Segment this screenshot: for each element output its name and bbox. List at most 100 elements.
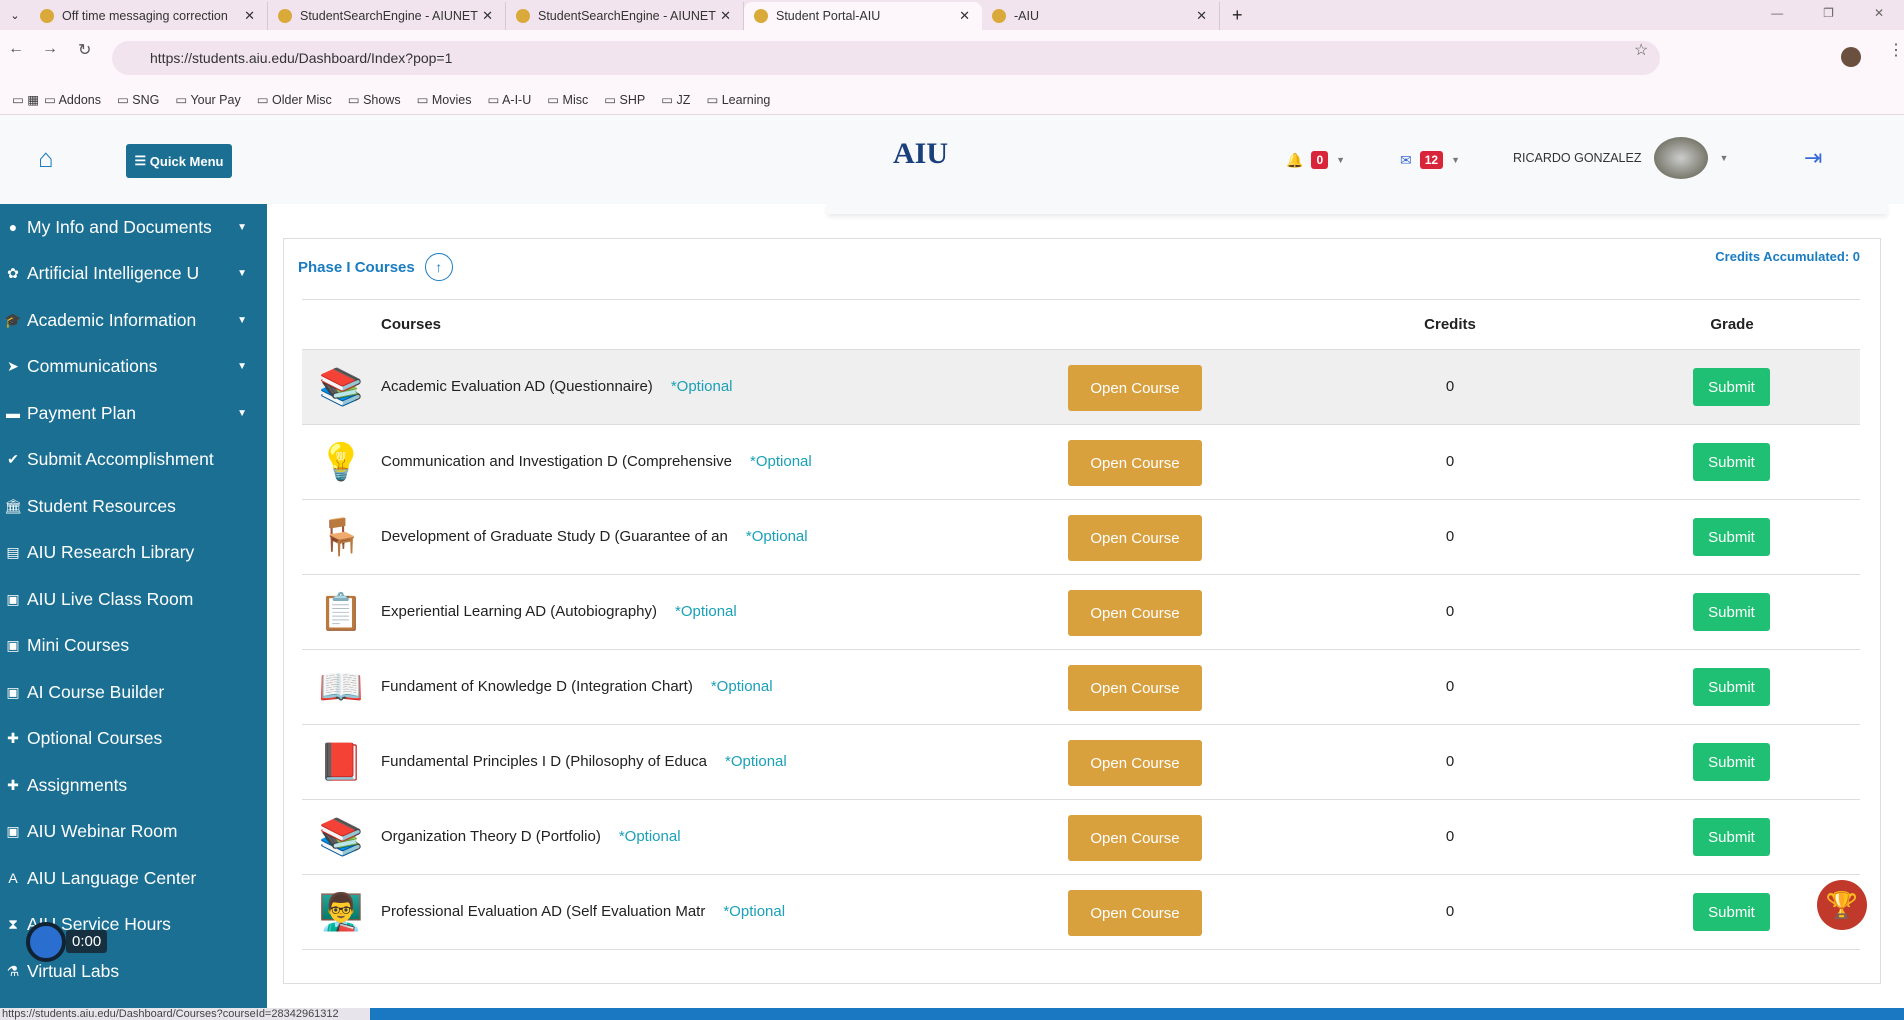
open-course-button[interactable]: Open Course — [1068, 440, 1202, 486]
bookmark-item[interactable]: SHP — [604, 92, 646, 107]
sidebar-item[interactable]: ✔ Submit Accomplishment — [0, 437, 267, 484]
open-course-button[interactable]: Open Course — [1068, 365, 1202, 411]
courses-table: Courses Credits Grade 📚 Academic Evaluat… — [302, 299, 1860, 950]
browser-tab[interactable]: Student Portal-AIU ✕ — [744, 2, 982, 30]
paper-plane-icon: ➤ — [7, 358, 19, 375]
sidebar-item[interactable]: ▣ Mini Courses — [0, 623, 267, 670]
tab-close-icon[interactable]: ✕ — [244, 8, 255, 24]
recorder-pause-button[interactable] — [26, 922, 66, 962]
submit-button[interactable]: Submit — [1693, 668, 1770, 706]
sidebar-item[interactable]: 🏛 Student Resources — [0, 483, 267, 530]
sidebar-item[interactable]: ✿ Artificial Intelligence U ▼ — [0, 251, 267, 298]
submit-button[interactable]: Submit — [1693, 743, 1770, 781]
caret-down-icon: ▼ — [237, 361, 247, 373]
new-tab-button[interactable]: + — [1232, 5, 1243, 26]
header-courses: Courses — [381, 316, 442, 333]
submit-button[interactable]: Submit — [1693, 443, 1770, 481]
restore-icon[interactable]: ❐ — [1823, 6, 1834, 20]
bookmark-item[interactable]: Learning — [706, 92, 771, 107]
caret-down-icon: ▼ — [237, 407, 247, 419]
puzzle-icon: ✚ — [7, 776, 19, 793]
bookmark-item[interactable]: JZ — [661, 92, 691, 107]
home-icon[interactable]: ⌂ — [38, 143, 54, 174]
tab-close-icon[interactable]: ✕ — [1196, 8, 1207, 24]
open-course-button[interactable]: Open Course — [1068, 890, 1202, 936]
sidebar-item[interactable]: ● My Info and Documents ▼ — [0, 204, 267, 251]
submit-button[interactable]: Submit — [1693, 368, 1770, 406]
tab-favicon-icon — [992, 9, 1006, 23]
back-icon[interactable]: ← — [8, 40, 24, 58]
table-row: 💡 Communication and Investigation D (Com… — [302, 425, 1860, 500]
bookmark-item[interactable]: Movies — [417, 92, 472, 107]
tab-close-icon[interactable]: ✕ — [720, 8, 731, 24]
browser-tab[interactable]: Off time messaging correction ✕ — [30, 2, 268, 30]
url-input[interactable]: https://students.aiu.edu/Dashboard/Index… — [112, 41, 1660, 75]
messages-dropdown[interactable]: ✉ 12 ▼ — [1400, 151, 1460, 169]
logout-icon[interactable]: ⇥ — [1804, 145, 1822, 171]
course-icon: 🪑 — [318, 516, 364, 557]
course-icon: 📖 — [318, 666, 364, 707]
sidebar-item-label: Payment Plan — [27, 402, 136, 423]
browser-tab[interactable]: StudentSearchEngine - AIUNET ✕ — [506, 2, 744, 30]
bookmark-star-icon[interactable]: ☆ — [1634, 40, 1648, 60]
forward-icon[interactable]: → — [42, 40, 58, 58]
bookmark-item[interactable]: Addons — [44, 92, 101, 107]
submit-button[interactable]: Submit — [1693, 518, 1770, 556]
user-avatar — [1653, 137, 1708, 179]
trophy-button[interactable]: 🏆 — [1817, 880, 1867, 930]
sidebar-item[interactable]: ▬ Payment Plan ▼ — [0, 390, 267, 437]
collapse-arrow-up-icon[interactable]: ↑ — [424, 253, 453, 281]
bookmark-item[interactable]: Your Pay — [175, 92, 240, 107]
sidebar-item[interactable]: ✚ Optional Courses — [0, 716, 267, 763]
course-name: Fundament of Knowledge D (Integration Ch… — [381, 678, 693, 695]
menu-icon[interactable]: ⋮ — [1888, 40, 1904, 60]
chalkboard-icon: ▣ — [6, 590, 20, 607]
puzzle-icon: ✚ — [7, 730, 19, 747]
open-course-button[interactable]: Open Course — [1068, 740, 1202, 786]
bookmark-item[interactable]: Shows — [348, 92, 401, 107]
bookmark-item[interactable]: A-I-U — [487, 92, 531, 107]
bookmark-item[interactable]: Misc — [547, 92, 589, 107]
bookmark-item[interactable]: Older Misc — [257, 92, 332, 107]
course-name-cell: Communication and Investigation D (Compr… — [381, 453, 812, 470]
reload-icon[interactable]: ↻ — [78, 40, 91, 60]
notifications-dropdown[interactable]: 🔔 0 ▼ — [1286, 151, 1345, 169]
sidebar-item[interactable]: ▣ AIU Webinar Room — [0, 809, 267, 856]
open-course-button[interactable]: Open Course — [1068, 590, 1202, 636]
tab-title: StudentSearchEngine - AIUNET — [300, 9, 478, 23]
course-name-cell: Experiential Learning AD (Autobiography)… — [381, 603, 737, 620]
submit-button[interactable]: Submit — [1693, 593, 1770, 631]
table-header: Courses Credits Grade — [302, 300, 1860, 350]
course-name: Development of Graduate Study D (Guarant… — [381, 528, 728, 545]
close-icon[interactable]: ✕ — [1874, 6, 1884, 20]
sidebar-item[interactable]: A AIU Language Center — [0, 855, 267, 902]
caret-down-icon: ▼ — [237, 268, 247, 280]
sidebar-item[interactable]: ▤ AIU Research Library — [0, 530, 267, 577]
quick-menu-button[interactable]: ☰ Quick Menu — [126, 144, 232, 178]
open-course-button[interactable]: Open Course — [1068, 815, 1202, 861]
sidebar-item[interactable]: ▣ AIU Live Class Room — [0, 576, 267, 623]
bookmark-item[interactable]: SNG — [117, 92, 159, 107]
open-course-button[interactable]: Open Course — [1068, 515, 1202, 561]
tab-search-icon[interactable]: ⌄ — [0, 9, 30, 22]
browser-tab[interactable]: StudentSearchEngine - AIUNET ✕ — [268, 2, 506, 30]
tab-close-icon[interactable]: ✕ — [959, 8, 970, 24]
sidebar-item[interactable]: ➤ Communications ▼ — [0, 344, 267, 391]
apps-icon[interactable]: ▦ — [12, 92, 39, 107]
submit-button[interactable]: Submit — [1693, 818, 1770, 856]
sidebar-item[interactable]: ▣ AI Course Builder — [0, 669, 267, 716]
minimize-icon[interactable]: — — [1771, 6, 1783, 20]
sidebar-item[interactable]: 🎓 Academic Information ▼ — [0, 297, 267, 344]
browser-tab[interactable]: -AIU ✕ — [982, 2, 1220, 30]
open-course-button[interactable]: Open Course — [1068, 665, 1202, 711]
chalkboard-icon: ▣ — [6, 823, 20, 840]
profile-avatar[interactable] — [1841, 47, 1861, 67]
course-credits: 0 — [1445, 453, 1455, 470]
tab-close-icon[interactable]: ✕ — [482, 8, 493, 24]
course-name: Professional Evaluation AD (Self Evaluat… — [381, 903, 706, 920]
submit-button[interactable]: Submit — [1693, 893, 1770, 931]
optional-tag: *Optional — [725, 753, 787, 770]
sidebar-item[interactable]: ✚ Assignments — [0, 762, 267, 809]
aiu-logo[interactable]: AIU — [893, 137, 948, 171]
user-dropdown[interactable]: RICARDO GONZALEZ ▼ — [1513, 137, 1728, 179]
